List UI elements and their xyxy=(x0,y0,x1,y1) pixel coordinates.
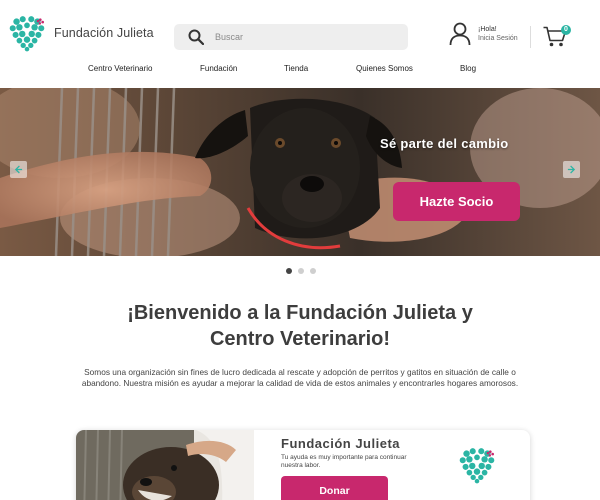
site-header: Fundación Julieta ¡Hola! Inicia Sesión 0… xyxy=(0,0,600,88)
brand-logo[interactable]: Fundación Julieta xyxy=(8,14,154,52)
welcome-title-line-2: Centro Veterinario! xyxy=(209,328,391,350)
carousel-dot-1[interactable] xyxy=(286,268,292,274)
hazte-socio-button[interactable]: Hazte Socio xyxy=(393,182,520,221)
login-link[interactable]: Inicia Sesión xyxy=(478,34,518,43)
card-subtitle: Tu ayuda es muy importante para continua… xyxy=(281,454,407,469)
account-greeting: ¡Hola! xyxy=(478,26,497,33)
donation-card: Fundación Julieta Tu ayuda es muy import… xyxy=(76,430,530,500)
search-bar[interactable] xyxy=(174,24,408,50)
header-divider xyxy=(530,26,531,48)
brand-name: Fundación Julieta xyxy=(54,26,154,40)
welcome-title-line-1: ¡Bienvenido a la Fundación Julieta y xyxy=(127,302,473,324)
carousel-dot-2[interactable] xyxy=(298,268,304,274)
donar-button[interactable]: Donar xyxy=(281,476,388,500)
card-image-dog-with-person xyxy=(76,430,254,500)
account-link[interactable]: ¡Hola! Inicia Sesión xyxy=(449,22,518,46)
paw-heart-logo-icon xyxy=(8,14,46,52)
arrow-right-icon xyxy=(567,165,576,174)
search-icon[interactable] xyxy=(188,29,204,45)
carousel-pagination xyxy=(286,268,316,274)
cart-count-badge: 0 xyxy=(561,25,571,35)
cart-button[interactable]: 0 xyxy=(543,24,573,48)
main-nav: Centro Veterinario Fundación Tienda Quie… xyxy=(0,64,600,78)
nav-item-quienes-somos[interactable]: Quienes Somos xyxy=(356,64,413,73)
arrow-left-icon xyxy=(14,165,23,174)
carousel-next-button[interactable] xyxy=(563,161,580,178)
card-title: Fundación Julieta xyxy=(281,436,401,451)
hero-image-dog-behind-fence xyxy=(0,88,600,256)
carousel-dot-3[interactable] xyxy=(310,268,316,274)
hero-carousel: Sé parte del cambio Hazte Socio xyxy=(0,88,600,256)
nav-item-centro-veterinario[interactable]: Centro Veterinario xyxy=(88,64,152,73)
search-input[interactable] xyxy=(215,32,395,42)
user-icon xyxy=(449,22,471,46)
nav-item-fundacion[interactable]: Fundación xyxy=(200,64,237,73)
paw-heart-logo-icon xyxy=(458,446,496,484)
welcome-title: ¡Bienvenido a la Fundación Julieta y Cen… xyxy=(0,300,600,352)
account-text: ¡Hola! Inicia Sesión xyxy=(478,25,518,43)
carousel-prev-button[interactable] xyxy=(10,161,27,178)
welcome-description: Somos una organización sin fines de lucr… xyxy=(81,367,519,388)
nav-item-blog[interactable]: Blog xyxy=(460,64,476,73)
nav-item-tienda[interactable]: Tienda xyxy=(284,64,308,73)
hero-tagline: Sé parte del cambio xyxy=(380,136,509,151)
